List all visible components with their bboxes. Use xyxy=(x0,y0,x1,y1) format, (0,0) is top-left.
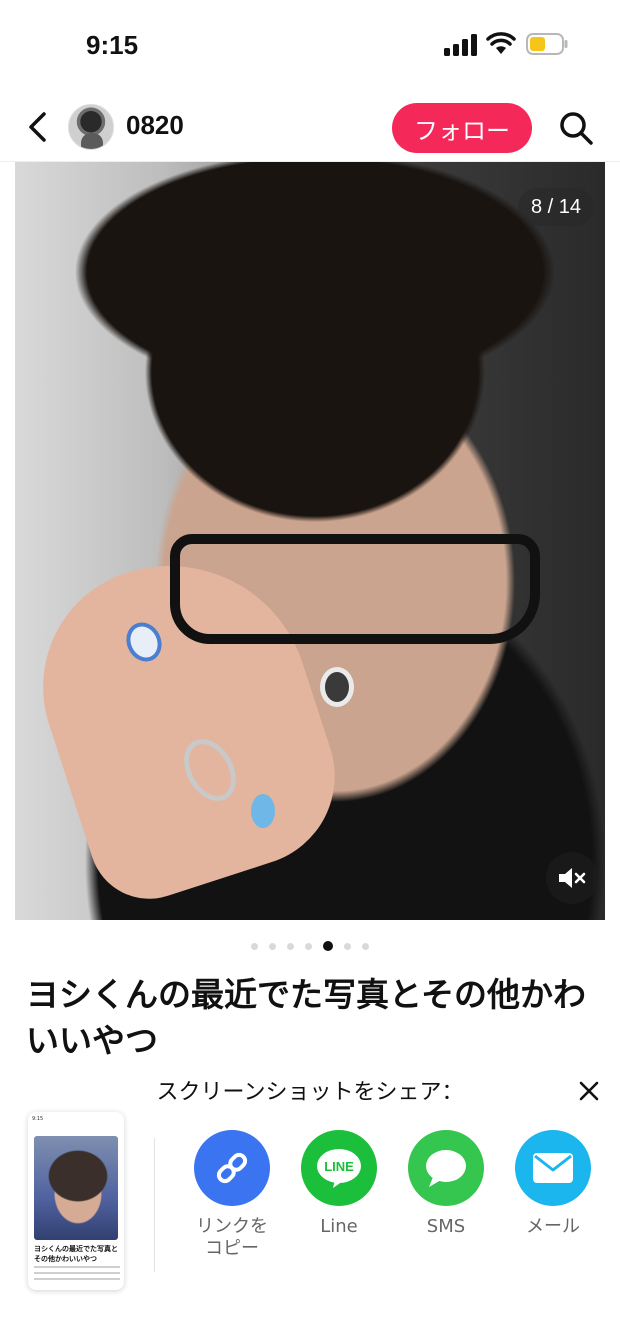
status-bar: 9:15 xyxy=(0,0,620,90)
photo-detail xyxy=(320,667,354,707)
speaker-muted-icon xyxy=(559,868,586,888)
post-header: 0820 フォロー xyxy=(0,92,620,162)
back-arrow-icon[interactable] xyxy=(24,110,52,144)
share-line-button[interactable]: LINE Line xyxy=(297,1130,381,1238)
share-sms-button[interactable]: SMS xyxy=(404,1130,488,1238)
status-time: 9:15 xyxy=(86,30,139,60)
username[interactable]: 0820 xyxy=(126,110,184,141)
photo-detail xyxy=(251,794,275,828)
divider xyxy=(154,1138,155,1272)
page-dot xyxy=(305,942,312,950)
page-dot xyxy=(251,942,258,950)
share-label: リンクを コピー xyxy=(196,1216,268,1259)
line-logo-icon: LINE xyxy=(317,1149,361,1188)
share-circle: LINE xyxy=(301,1130,377,1206)
link-icon xyxy=(216,1152,248,1184)
share-sheet-title: スクリーンショットをシェア： xyxy=(156,1080,464,1105)
screenshot-preview[interactable]: 9:15 ヨシくんの最近でた写真とその他かわいいやつ xyxy=(28,1112,124,1290)
battery-icon xyxy=(526,33,568,55)
message-bubble-icon xyxy=(426,1150,466,1187)
page-dot xyxy=(344,942,351,950)
post-title: ヨシくんの最近でた写真とその他かわいいやつ xyxy=(26,975,587,1060)
post-photo[interactable]: 8 / 14 xyxy=(15,162,605,920)
share-circle xyxy=(515,1130,591,1206)
wifi-icon xyxy=(486,32,516,54)
share-mail-button[interactable]: メール xyxy=(511,1130,595,1238)
photo-glasses xyxy=(170,534,540,644)
share-label: Line xyxy=(320,1216,358,1237)
share-copy-link-button[interactable]: リンクを コピー xyxy=(190,1130,274,1260)
avatar[interactable] xyxy=(68,104,114,150)
preview-text xyxy=(34,1266,120,1284)
svg-text:LINE: LINE xyxy=(324,1159,354,1174)
mute-button[interactable] xyxy=(546,852,598,904)
share-circle xyxy=(194,1130,270,1206)
cellular-signal-icon xyxy=(444,34,477,56)
pagination-dots xyxy=(0,940,620,952)
search-icon[interactable] xyxy=(558,110,594,146)
page-dot-active xyxy=(323,941,333,951)
image-counter: 8 / 14 xyxy=(518,188,594,226)
mail-envelope-icon xyxy=(533,1153,573,1183)
share-label: メール xyxy=(526,1216,580,1237)
page-dot xyxy=(287,942,294,950)
page-dot xyxy=(269,942,276,950)
share-circle xyxy=(408,1130,484,1206)
preview-image xyxy=(34,1136,118,1240)
close-icon[interactable] xyxy=(574,1076,604,1106)
page-dot xyxy=(362,942,369,950)
preview-title: ヨシくんの最近でた写真とその他かわいいやつ xyxy=(34,1245,118,1263)
share-label: SMS xyxy=(426,1216,466,1237)
preview-status: 9:15 xyxy=(32,1116,44,1122)
follow-button[interactable]: フォロー xyxy=(392,103,532,153)
